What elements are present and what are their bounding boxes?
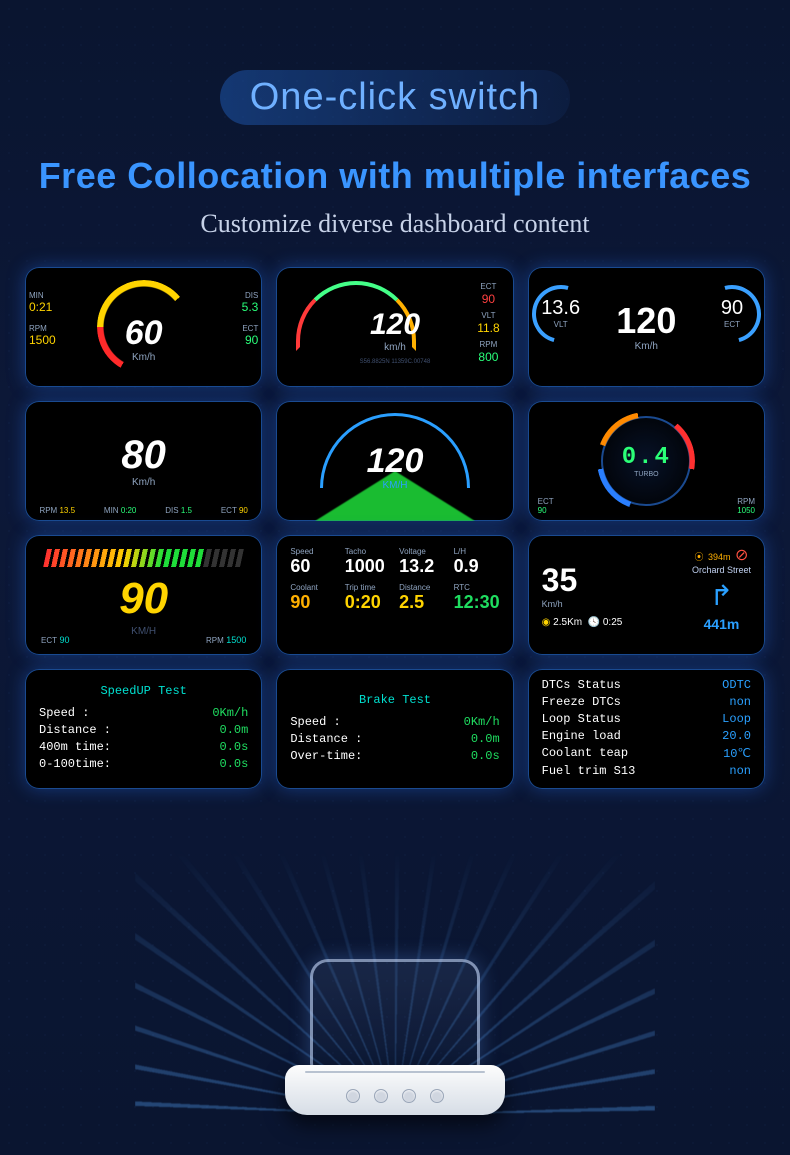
t7-bar-graph: [43, 549, 244, 567]
t2-right-stats: ECT90 VLT11.8 RPM800: [477, 281, 499, 368]
dashboard-tile-8[interactable]: Speed60Tacho1000Voltage13.2L/H0.9Coolant…: [276, 535, 513, 655]
badge: One-click switch: [220, 70, 571, 125]
dashboard-tile-4[interactable]: 80 Km/h RPM 13.5MIN 0:20DIS 1.5ECT 90: [25, 401, 262, 521]
hud-device: [280, 959, 510, 1115]
pin-icon: ◉: [542, 617, 551, 628]
device-button-2[interactable]: [374, 1089, 388, 1103]
device-base: [285, 1065, 505, 1115]
t3-speed: 120 Km/h: [616, 303, 676, 352]
t9-nav: ⦿ 394m ⊘ Orchard Street ↱ 441m: [692, 545, 751, 632]
t4-bottom-row: RPM 13.5MIN 0:20DIS 1.5ECT 90: [25, 506, 262, 515]
t9-left: 35 Km/h ◉ 2.5Km 🕓 0:25: [542, 562, 623, 628]
t1-gauge: 60 Km/h: [89, 272, 199, 382]
t11-rows: Speed :0Km/hDistance :0.0mOver-time:0.0s: [290, 715, 499, 766]
dashboard-tile-3[interactable]: 13.6VLT 120 Km/h 90ECT: [528, 267, 765, 387]
subtitle: Customize diverse dashboard content: [0, 209, 790, 239]
no-entry-icon: ⊘: [735, 547, 748, 564]
turn-arrow-icon: ↱: [692, 579, 751, 612]
tile-grid: MIN 0:21 RPM 1500 60 Km/h DIS 5.3 ECT 90…: [25, 267, 765, 789]
device-button-4[interactable]: [430, 1089, 444, 1103]
t10-rows: Speed :0Km/hDistance :0.0m400m time:0.0s…: [39, 706, 248, 774]
turbo-dial: 0.4 TURBO: [601, 416, 691, 506]
t1-right-stats: DIS 5.3 ECT 90: [218, 291, 258, 347]
t12-rows: DTCs StatusODTCFreeze DTCsnonLoop Status…: [542, 678, 751, 781]
t1-speed: 60: [89, 316, 199, 350]
clock-icon: 🕓: [588, 617, 600, 628]
dashboard-tile-9[interactable]: 35 Km/h ◉ 2.5Km 🕓 0:25 ⦿ 394m ⊘ Orchard …: [528, 535, 765, 655]
dashboard-tile-5[interactable]: 120 KM/H: [276, 401, 513, 521]
t4-speed: 80: [121, 435, 166, 475]
t6-rpm: RPM1050: [737, 497, 755, 515]
device-stage: [0, 825, 790, 1155]
t11-title: Brake Test: [290, 693, 499, 707]
t8-data-grid: Speed60Tacho1000Voltage13.2L/H0.9Coolant…: [284, 543, 505, 617]
t5-speed: 120 KM/H: [367, 444, 424, 491]
dashboard-tile-diagnostics[interactable]: DTCs StatusODTCFreeze DTCsnonLoop Status…: [528, 669, 765, 789]
device-button-3[interactable]: [402, 1089, 416, 1103]
device-screen: [310, 959, 480, 1069]
t3-vlt: 13.6VLT: [534, 297, 588, 329]
header: One-click switch Free Collocation with m…: [0, 0, 790, 239]
dashboard-tile-brake-test[interactable]: Brake Test Speed :0Km/hDistance :0.0mOve…: [276, 669, 513, 789]
marker-icon: ⦿: [695, 552, 704, 562]
dashboard-tile-2[interactable]: 120 km/h S56.8825N 11359C.00748 ECT90 VL…: [276, 267, 513, 387]
device-button-1[interactable]: [346, 1089, 360, 1103]
t10-title: SpeedUP Test: [39, 684, 248, 698]
t7-speed: 90: [119, 574, 168, 624]
t2-speed-block: 120 km/h S56.8825N 11359C.00748: [330, 310, 460, 365]
t7-bottom: ECT 90 RPM 1500: [25, 635, 262, 645]
dashboard-tile-1[interactable]: MIN 0:21 RPM 1500 60 Km/h DIS 5.3 ECT 90: [25, 267, 262, 387]
dashboard-tile-speedup-test[interactable]: SpeedUP Test Speed :0Km/hDistance :0.0m4…: [25, 669, 262, 789]
title: Free Collocation with multiple interface…: [0, 155, 790, 197]
t3-ect: 90ECT: [705, 297, 759, 329]
t6-ect: ECT90: [538, 497, 554, 515]
dashboard-tile-6[interactable]: 0.4 TURBO ECT90 RPM1050: [528, 401, 765, 521]
dashboard-tile-7[interactable]: 90 KM/H ECT 90 RPM 1500: [25, 535, 262, 655]
t1-left-stats: MIN 0:21 RPM 1500: [29, 291, 69, 347]
